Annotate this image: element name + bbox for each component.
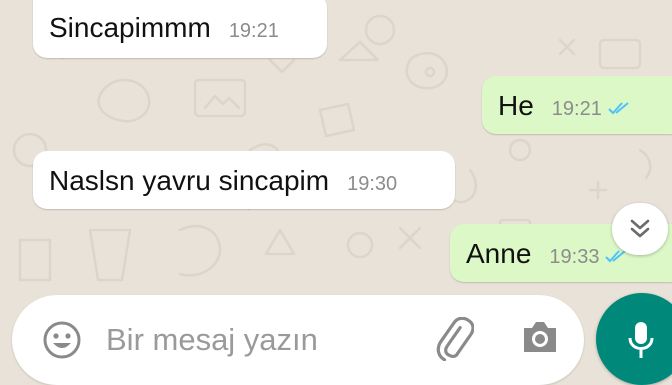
message-meta: 19:21 [229,18,279,44]
message-text: Sincapimmm [49,12,211,43]
message-time: 19:30 [347,173,398,195]
double-chevron-down-icon [630,219,650,238]
message-input-placeholder[interactable]: Bir mesaj yazın [106,321,318,359]
double-check-read-icon [605,250,627,263]
message-time: 19:33 [549,246,600,268]
message-composer[interactable]: Bir mesaj yazın [12,295,584,385]
scroll-to-bottom-button[interactable] [612,203,668,255]
message-text: Anne [466,238,532,269]
message-meta: 19:30 [347,171,397,197]
message-time: 19:21 [228,20,279,42]
mic-icon [628,322,654,358]
message-time: 19:21 [551,98,602,120]
message-bubble-outgoing[interactable]: He 19:21 [482,76,672,134]
emoji-icon[interactable] [42,320,82,360]
attach-icon[interactable] [432,317,474,361]
message-bubble-incoming[interactable]: Sincapimmm 19:21 [33,0,327,58]
message-meta: 19:33 [549,244,627,270]
double-check-read-icon [608,102,629,115]
message-meta: 19:21 [552,96,630,122]
camera-icon[interactable] [520,319,560,355]
message-text: Naslsn yavru sincapim [49,165,330,196]
message-text: He [498,90,534,121]
message-bubble-incoming[interactable]: Naslsn yavru sincapim 19:30 [33,151,455,209]
